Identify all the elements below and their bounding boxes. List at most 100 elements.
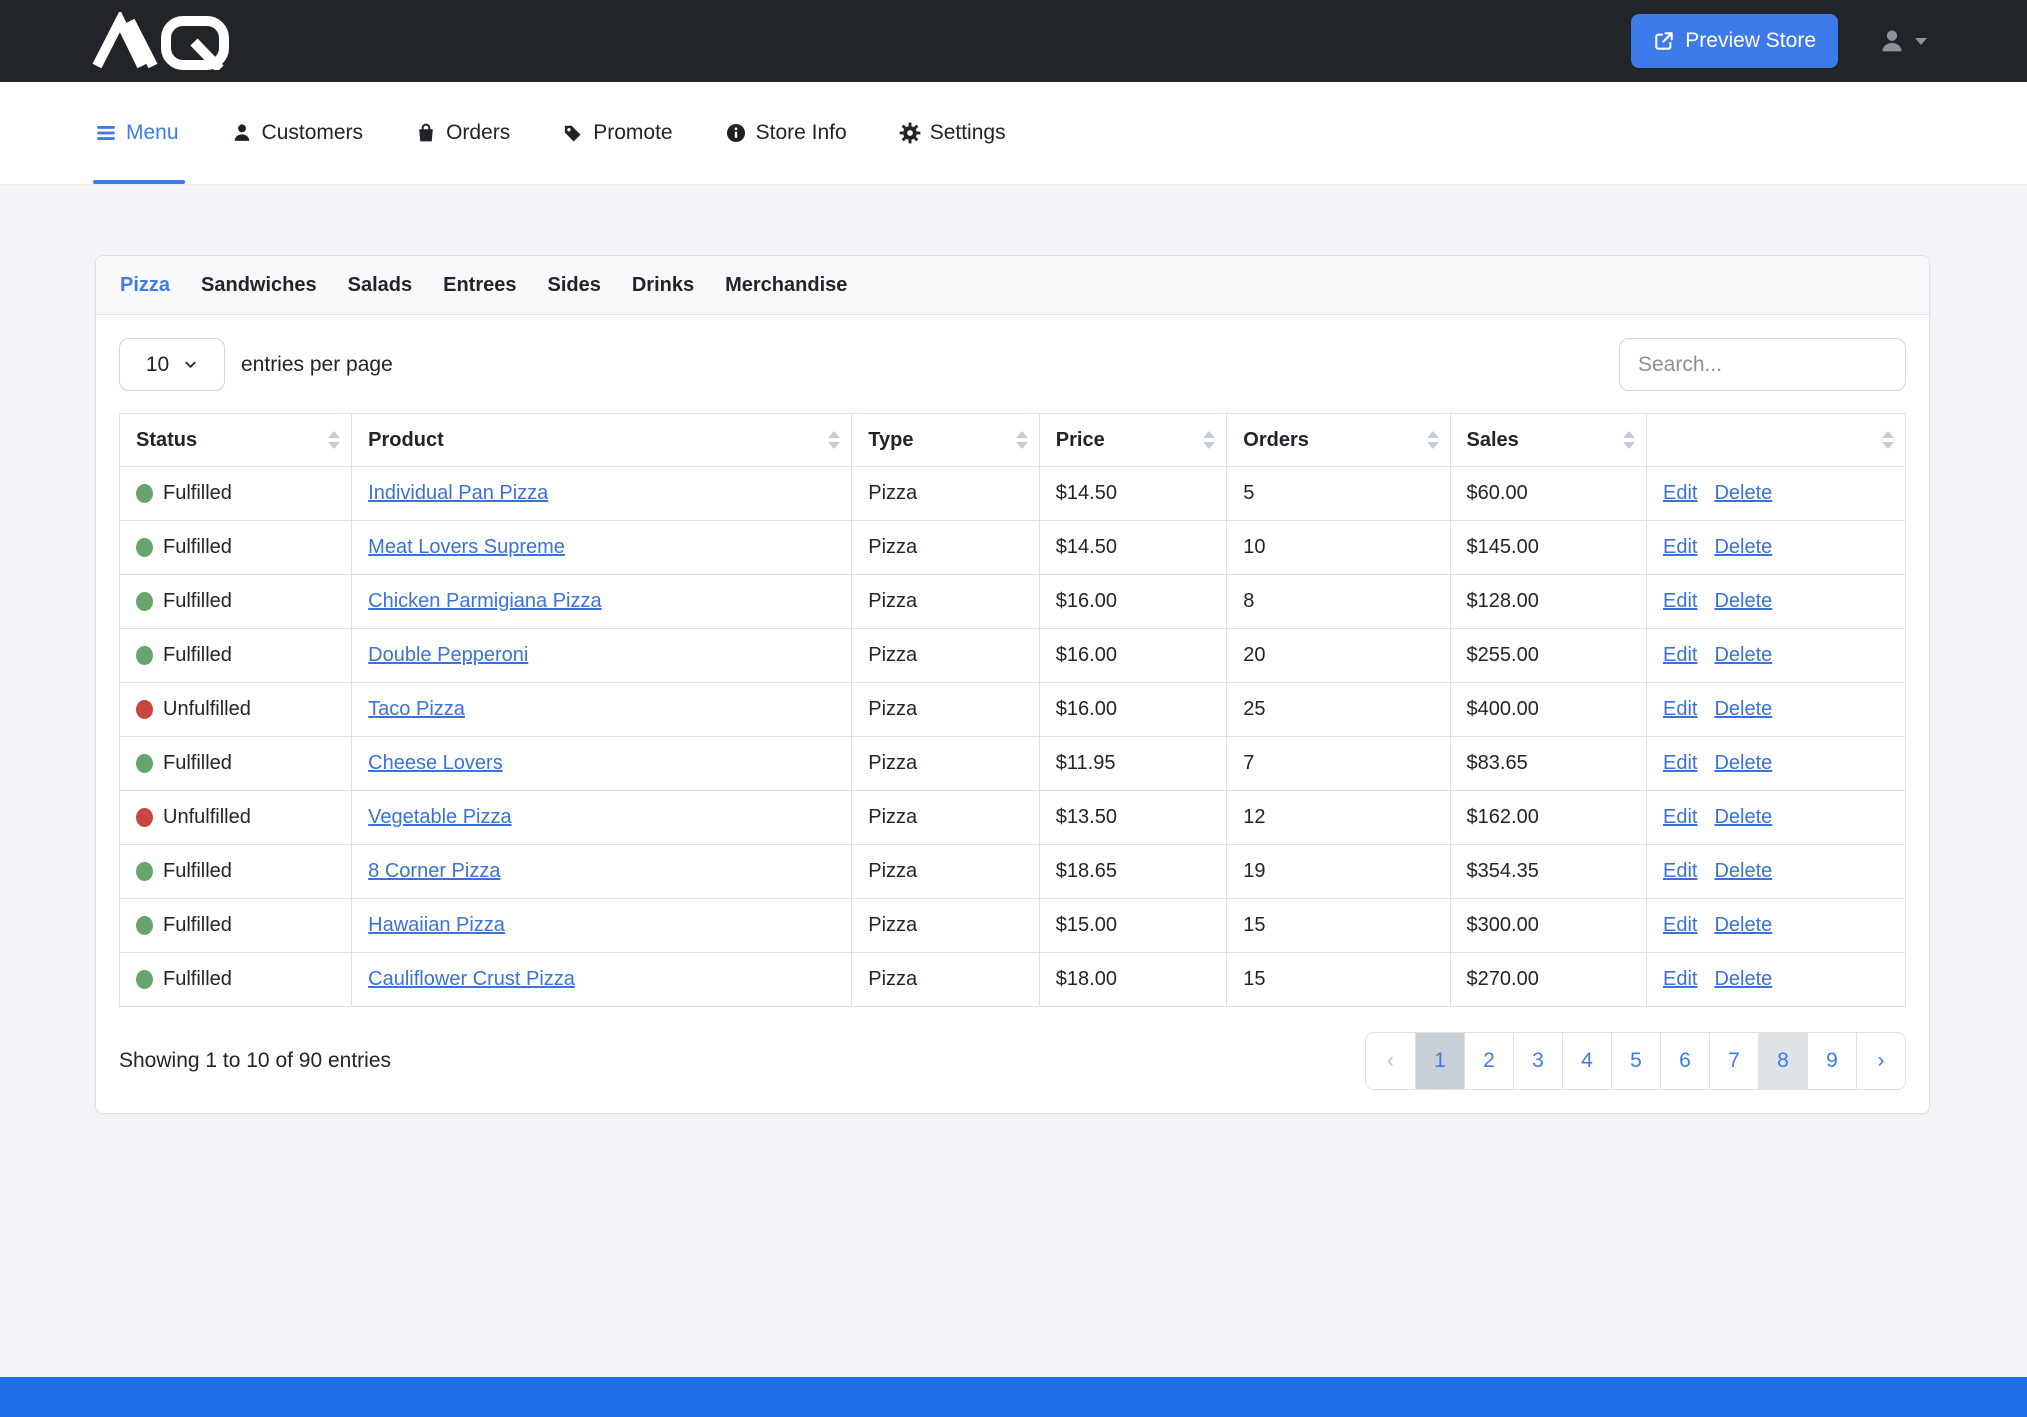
tab-merchandise[interactable]: Merchandise	[725, 274, 847, 297]
user-icon	[1878, 27, 1906, 55]
nav-item-store-info[interactable]: Store Info	[725, 82, 847, 184]
caret-down-icon	[1915, 38, 1927, 45]
column-header-blank[interactable]	[1646, 414, 1905, 467]
status-cell: Unfulfilled	[120, 791, 352, 845]
orders-cell: 19	[1227, 845, 1450, 899]
product-link[interactable]: Chicken Parmigiana Pizza	[368, 590, 601, 612]
delete-link[interactable]: Delete	[1714, 860, 1772, 882]
product-link[interactable]: Vegetable Pizza	[368, 806, 511, 828]
edit-link[interactable]: Edit	[1663, 860, 1697, 882]
status-cell: Fulfilled	[120, 575, 352, 629]
nav-item-customers[interactable]: Customers	[231, 82, 364, 184]
column-header-orders[interactable]: Orders	[1227, 414, 1450, 467]
price-cell: $18.65	[1039, 845, 1227, 899]
product-cell: Individual Pan Pizza	[352, 467, 852, 521]
search-input[interactable]	[1619, 338, 1906, 391]
status-dot	[136, 862, 153, 881]
tab-pizza[interactable]: Pizza	[120, 274, 170, 297]
column-header-price[interactable]: Price	[1039, 414, 1227, 467]
delete-link[interactable]: Delete	[1714, 752, 1772, 774]
edit-link[interactable]: Edit	[1663, 590, 1697, 612]
user-menu[interactable]	[1878, 27, 1927, 55]
status-cell: Unfulfilled	[120, 683, 352, 737]
product-link[interactable]: Cauliflower Crust Pizza	[368, 968, 575, 990]
status-dot	[136, 538, 153, 557]
brand-logo-icon	[90, 12, 258, 70]
tab-entrees[interactable]: Entrees	[443, 274, 516, 297]
edit-link[interactable]: Edit	[1663, 752, 1697, 774]
orders-cell: 5	[1227, 467, 1450, 521]
pagination: ‹123456789›	[1365, 1032, 1906, 1090]
column-header-label: Sales	[1467, 429, 1519, 451]
type-cell: Pizza	[852, 953, 1040, 1007]
tab-salads[interactable]: Salads	[348, 274, 412, 297]
nav-item-menu[interactable]: Menu	[95, 82, 179, 184]
pagination-page-6[interactable]: 6	[1660, 1033, 1709, 1089]
column-header-label: Product	[368, 429, 444, 451]
edit-link[interactable]: Edit	[1663, 914, 1697, 936]
actions-cell: Edit Delete	[1646, 629, 1905, 683]
price-cell: $13.50	[1039, 791, 1227, 845]
price-cell: $14.50	[1039, 467, 1227, 521]
delete-link[interactable]: Delete	[1714, 968, 1772, 990]
product-link[interactable]: Cheese Lovers	[368, 752, 503, 774]
nav-item-promote[interactable]: Promote	[562, 82, 672, 184]
column-header-type[interactable]: Type	[852, 414, 1040, 467]
type-cell: Pizza	[852, 791, 1040, 845]
delete-link[interactable]: Delete	[1714, 914, 1772, 936]
tab-drinks[interactable]: Drinks	[632, 274, 694, 297]
pagination-page-4[interactable]: 4	[1562, 1033, 1611, 1089]
price-cell: $16.00	[1039, 629, 1227, 683]
delete-link[interactable]: Delete	[1714, 698, 1772, 720]
pagination-page-5[interactable]: 5	[1611, 1033, 1660, 1089]
column-header-label: Status	[136, 429, 197, 451]
brand-logo[interactable]	[90, 12, 258, 70]
table-row: FulfilledCauliflower Crust PizzaPizza$18…	[120, 953, 1906, 1007]
product-cell: Cauliflower Crust Pizza	[352, 953, 852, 1007]
pagination-page-9[interactable]: 9	[1807, 1033, 1856, 1089]
edit-link[interactable]: Edit	[1663, 482, 1697, 504]
preview-store-button[interactable]: Preview Store	[1631, 14, 1838, 68]
pagination-page-7[interactable]: 7	[1709, 1033, 1758, 1089]
status-dot	[136, 916, 153, 935]
pagination-page-8[interactable]: 8	[1758, 1033, 1807, 1089]
edit-link[interactable]: Edit	[1663, 536, 1697, 558]
product-link[interactable]: Meat Lovers Supreme	[368, 536, 565, 558]
product-link[interactable]: 8 Corner Pizza	[368, 860, 500, 882]
table-row: FulfilledHawaiian PizzaPizza$15.0015$300…	[120, 899, 1906, 953]
status-label: Fulfilled	[163, 752, 232, 775]
column-header-sales[interactable]: Sales	[1450, 414, 1646, 467]
pagination-next-button[interactable]: ›	[1856, 1033, 1905, 1089]
product-cell: Meat Lovers Supreme	[352, 521, 852, 575]
entries-per-page-select[interactable]: 10	[119, 338, 225, 391]
edit-link[interactable]: Edit	[1663, 698, 1697, 720]
preview-store-label: Preview Store	[1685, 29, 1816, 53]
nav-item-orders[interactable]: Orders	[415, 82, 510, 184]
delete-link[interactable]: Delete	[1714, 536, 1772, 558]
edit-link[interactable]: Edit	[1663, 644, 1697, 666]
sales-cell: $162.00	[1450, 791, 1646, 845]
product-link[interactable]: Hawaiian Pizza	[368, 914, 505, 936]
nav-item-settings[interactable]: Settings	[899, 82, 1006, 184]
pagination-page-1[interactable]: 1	[1415, 1033, 1464, 1089]
product-link[interactable]: Taco Pizza	[368, 698, 465, 720]
edit-link[interactable]: Edit	[1663, 806, 1697, 828]
edit-link[interactable]: Edit	[1663, 968, 1697, 990]
tab-sandwiches[interactable]: Sandwiches	[201, 274, 317, 297]
column-header-status[interactable]: Status	[120, 414, 352, 467]
column-header-product[interactable]: Product	[352, 414, 852, 467]
product-cell: Cheese Lovers	[352, 737, 852, 791]
status-cell: Fulfilled	[120, 467, 352, 521]
pagination-page-2[interactable]: 2	[1464, 1033, 1513, 1089]
tab-sides[interactable]: Sides	[548, 274, 601, 297]
delete-link[interactable]: Delete	[1714, 482, 1772, 504]
product-link[interactable]: Double Pepperoni	[368, 644, 528, 666]
delete-link[interactable]: Delete	[1714, 806, 1772, 828]
delete-link[interactable]: Delete	[1714, 590, 1772, 612]
pagination-prev-button[interactable]: ‹	[1366, 1033, 1415, 1089]
status-dot	[136, 700, 153, 719]
product-link[interactable]: Individual Pan Pizza	[368, 482, 548, 504]
delete-link[interactable]: Delete	[1714, 644, 1772, 666]
pagination-page-3[interactable]: 3	[1513, 1033, 1562, 1089]
product-cell: Chicken Parmigiana Pizza	[352, 575, 852, 629]
